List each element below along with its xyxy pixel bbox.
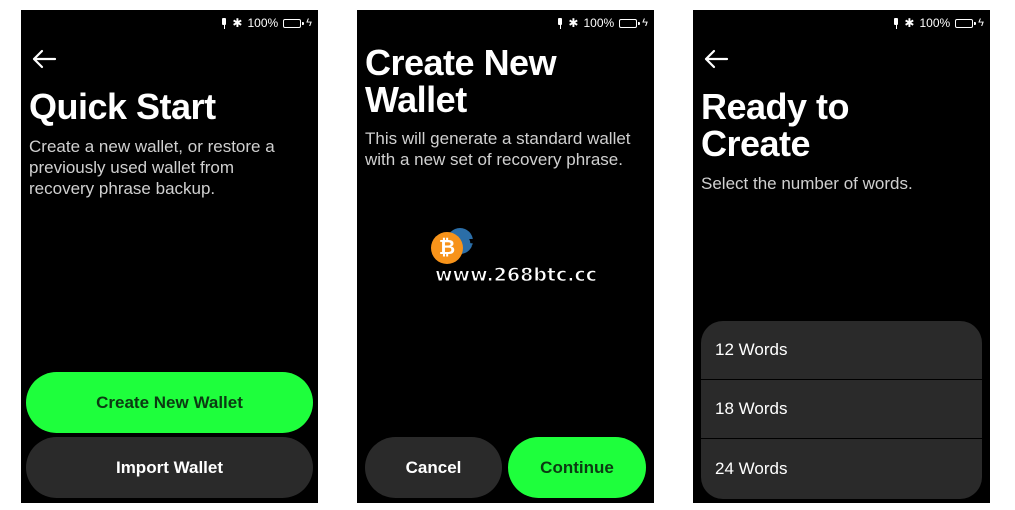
import-wallet-button[interactable]: Import Wallet bbox=[26, 437, 313, 498]
cancel-button[interactable]: Cancel bbox=[365, 437, 502, 498]
ready-to-create-screen: ✱ 100% ϟ Ready to Create Select the numb… bbox=[693, 10, 990, 503]
charging-icon: ϟ bbox=[306, 16, 312, 29]
page-title: Create New Wallet bbox=[365, 42, 557, 120]
status-bar: ✱ 100% ϟ bbox=[221, 16, 312, 30]
back-arrow-icon[interactable] bbox=[703, 48, 729, 70]
word-count-list: 12 Words 18 Words 24 Words bbox=[701, 321, 982, 499]
page-title: Quick Start bbox=[29, 86, 216, 127]
battery-percent: 100% bbox=[583, 16, 615, 30]
continue-button[interactable]: Continue bbox=[508, 437, 646, 498]
charging-icon: ϟ bbox=[978, 16, 984, 29]
battery-icon bbox=[619, 18, 641, 28]
bluetooth-icon: ✱ bbox=[232, 16, 243, 30]
bluetooth-icon: ✱ bbox=[568, 16, 579, 30]
battery-icon bbox=[955, 18, 977, 28]
watermark-url: www.268btc.cc bbox=[434, 264, 598, 287]
usb-plug-icon bbox=[893, 17, 899, 29]
bitcoin-icon: ₿ bbox=[431, 232, 463, 264]
quick-start-screen: ✱ 100% ϟ Quick Start Create a new wallet… bbox=[21, 10, 318, 503]
option-18-words[interactable]: 18 Words bbox=[701, 380, 982, 439]
bluetooth-icon: ✱ bbox=[904, 16, 915, 30]
charging-icon: ϟ bbox=[642, 16, 648, 29]
back-arrow-icon[interactable] bbox=[31, 48, 57, 70]
battery-icon bbox=[283, 18, 305, 28]
create-new-wallet-screen: ✱ 100% ϟ Create New Wallet This will gen… bbox=[357, 10, 654, 503]
usb-plug-icon bbox=[557, 17, 563, 29]
usb-plug-icon bbox=[221, 17, 227, 29]
battery-percent: 100% bbox=[247, 16, 279, 30]
option-12-words[interactable]: 12 Words bbox=[701, 321, 982, 380]
battery-percent: 100% bbox=[919, 16, 951, 30]
status-bar: ✱ 100% ϟ bbox=[557, 16, 648, 30]
status-bar: ✱ 100% ϟ bbox=[893, 16, 984, 30]
page-description: Create a new wallet, or restore a previo… bbox=[29, 137, 275, 198]
page-description: Select the number of words. bbox=[701, 174, 913, 193]
option-24-words[interactable]: 24 Words bbox=[701, 439, 982, 498]
watermark-logo: ₿ 币圈聚合 www.268btc.cc bbox=[431, 228, 601, 288]
page-description: This will generate a standard wallet wit… bbox=[365, 129, 631, 169]
create-new-wallet-button[interactable]: Create New Wallet bbox=[26, 372, 313, 433]
page-title: Ready to Create bbox=[701, 86, 850, 164]
